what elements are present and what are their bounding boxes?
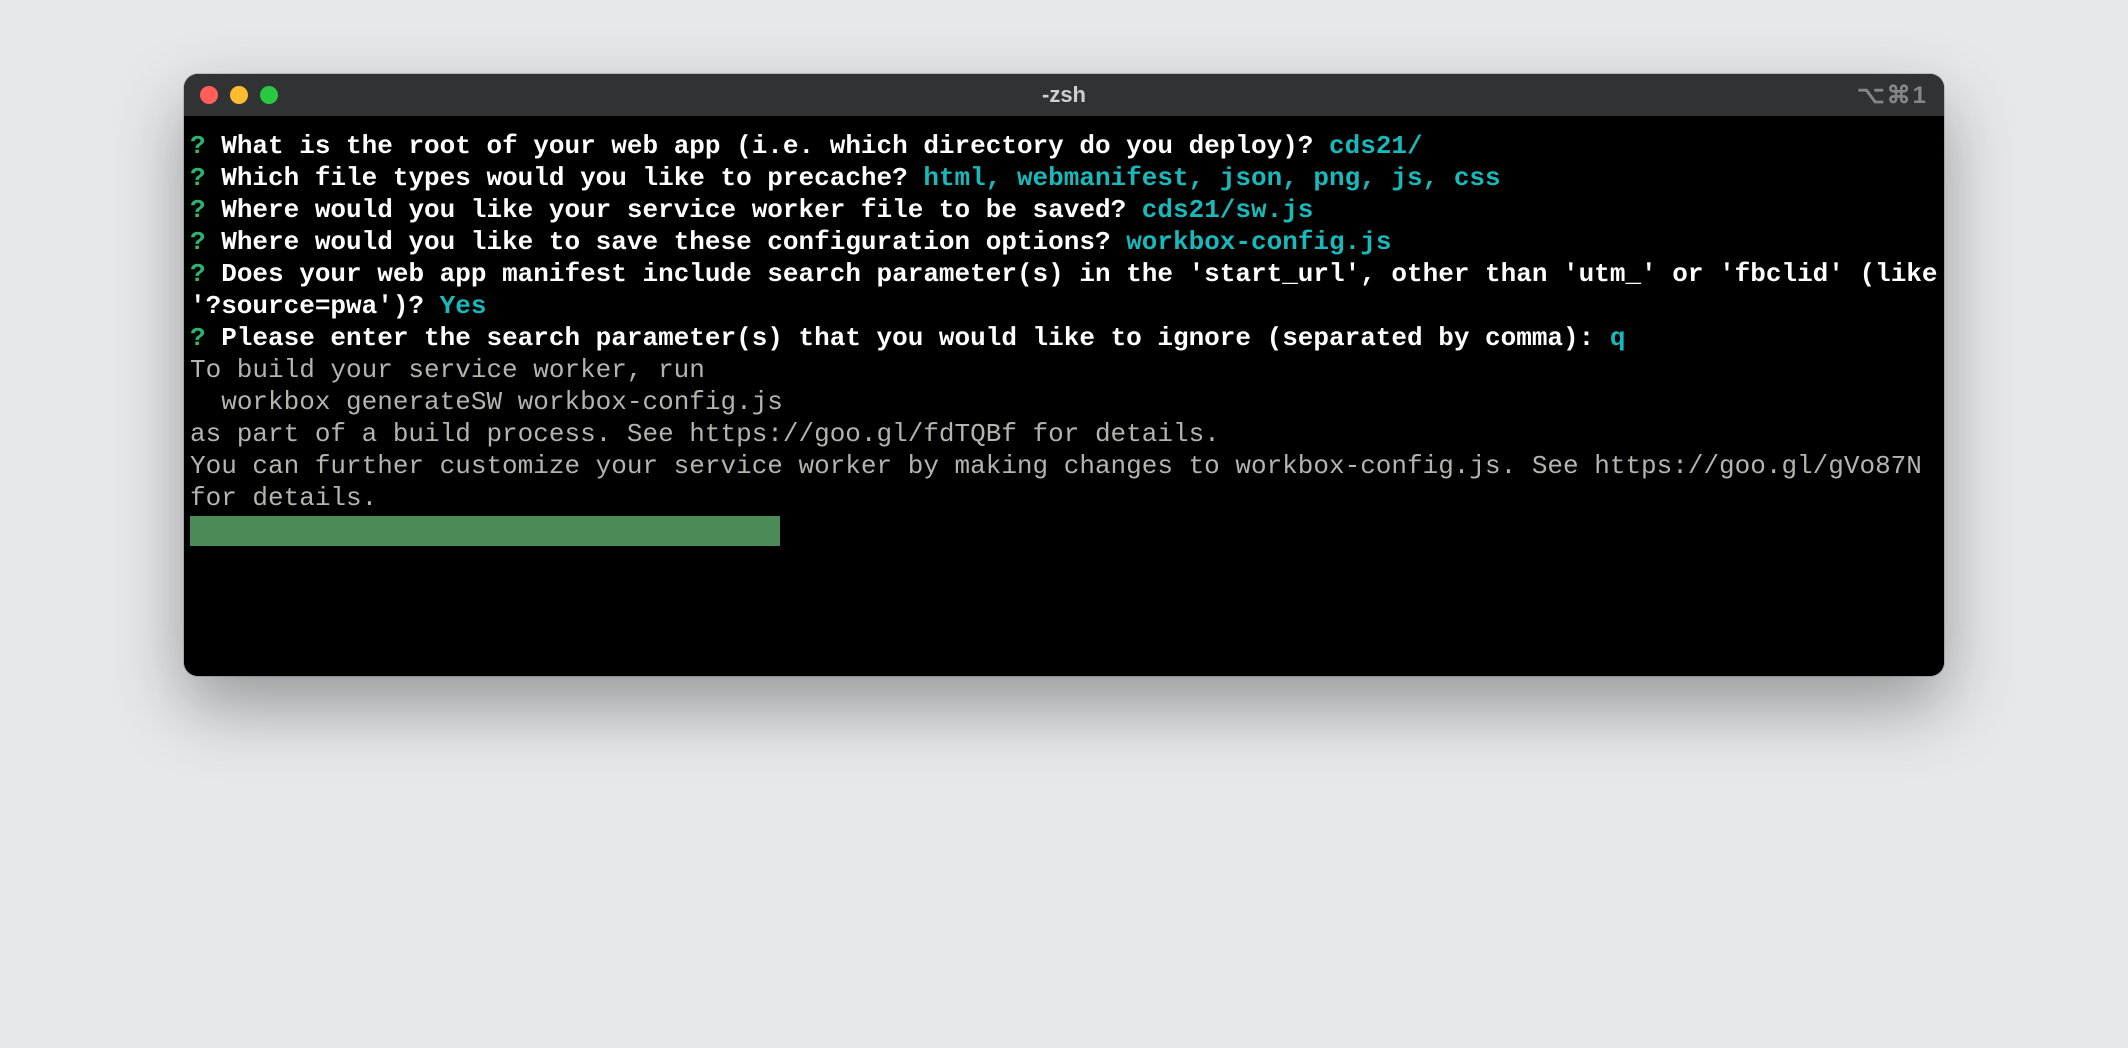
cursor-line [190, 514, 1938, 546]
prompt-mark: ? [190, 323, 206, 353]
prompt-mark: ? [190, 131, 206, 161]
output-line: You can further customize your service w… [190, 450, 1938, 514]
question-text: Where would you like to save these confi… [221, 227, 1110, 257]
answer-text: cds21/sw.js [1142, 195, 1314, 225]
output-line: To build your service worker, run [190, 354, 1938, 386]
window-controls [200, 86, 278, 104]
cursor-icon [190, 516, 780, 546]
minimize-icon[interactable] [230, 86, 248, 104]
prompt-line: ? Where would you like your service work… [190, 194, 1938, 226]
prompt-line: ? Which file types would you like to pre… [190, 162, 1938, 194]
output-line: workbox generateSW workbox-config.js [190, 386, 1938, 418]
prompt-line: ? Please enter the search parameter(s) t… [190, 322, 1938, 354]
prompt-mark: ? [190, 163, 206, 193]
answer-text: Yes [440, 291, 487, 321]
answer-text: q [1610, 323, 1626, 353]
answer-text: cds21/ [1329, 131, 1423, 161]
answer-text: workbox-config.js [1126, 227, 1391, 257]
question-text: Please enter the search parameter(s) tha… [221, 323, 1594, 353]
prompt-mark: ? [190, 227, 206, 257]
window-title: -zsh [184, 82, 1944, 108]
question-text: Where would you like your service worker… [221, 195, 1126, 225]
question-text: Which file types would you like to preca… [221, 163, 908, 193]
pane-indicator: ⌥⌘1 [1857, 81, 1928, 110]
prompt-mark: ? [190, 259, 206, 289]
terminal-window: -zsh ⌥⌘1 ? What is the root of your web … [184, 74, 1944, 676]
prompt-line: ? Where would you like to save these con… [190, 226, 1938, 258]
prompt-line: ? What is the root of your web app (i.e.… [190, 130, 1938, 162]
zoom-icon[interactable] [260, 86, 278, 104]
question-text: What is the root of your web app (i.e. w… [221, 131, 1313, 161]
titlebar: -zsh ⌥⌘1 [184, 74, 1944, 116]
terminal-content[interactable]: ? What is the root of your web app (i.e.… [184, 116, 1944, 676]
close-icon[interactable] [200, 86, 218, 104]
prompt-line: ? Does your web app manifest include sea… [190, 258, 1938, 322]
output-line: as part of a build process. See https://… [190, 418, 1938, 450]
prompt-mark: ? [190, 195, 206, 225]
answer-text: html, webmanifest, json, png, js, css [923, 163, 1500, 193]
